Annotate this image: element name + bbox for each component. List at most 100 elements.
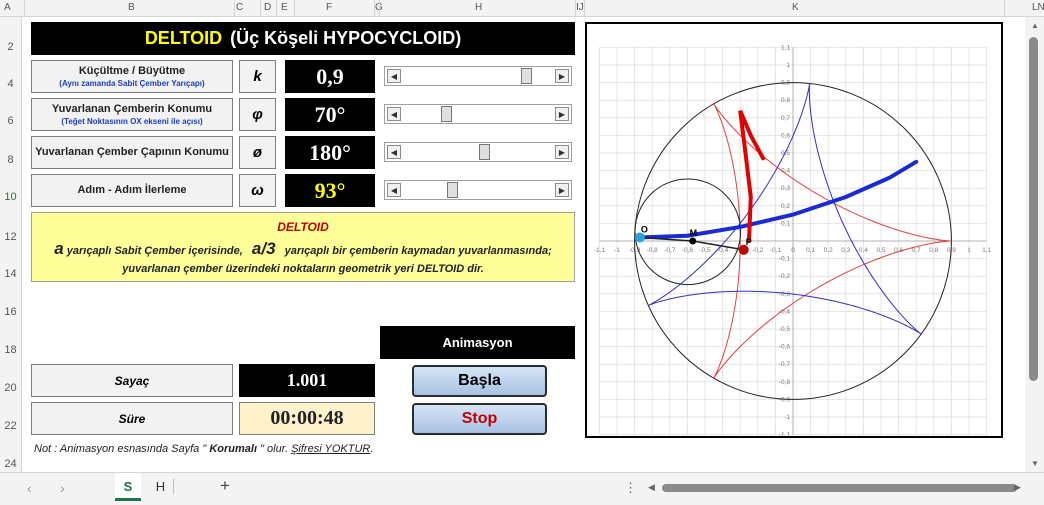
deltoid-chart[interactable]: -1,1-1-0,9-0,8-0,7-0,6-0,5-0,4-0,3-0,2-0… bbox=[585, 22, 1003, 439]
scroll-right-icon[interactable]: ▶ bbox=[1014, 482, 1021, 493]
add-sheet-button[interactable]: + bbox=[220, 476, 230, 496]
duration-label: Süre bbox=[118, 411, 146, 426]
param-label-box: Yuvarlanan Çemberin Konumu (Teğet Noktas… bbox=[31, 98, 233, 131]
duration-label-box: Süre bbox=[31, 402, 233, 435]
title-sub: (Üç Köşeli HYPOCYCLOID) bbox=[230, 28, 462, 48]
prev-sheet-icon[interactable]: ‹ bbox=[27, 480, 32, 496]
row-18[interactable]: 18 bbox=[0, 344, 21, 356]
y-tick-label: -1,1 bbox=[779, 432, 791, 436]
row-24[interactable]: 24 bbox=[0, 458, 21, 470]
param-slider[interactable]: ◀ ▶ bbox=[384, 104, 572, 124]
param-label: Adım - Adım İlerleme bbox=[77, 184, 187, 196]
scroll-left-icon[interactable]: ◀ bbox=[648, 482, 655, 493]
note-text: Not : Animasyon esnasında Sayfa " Koruma… bbox=[34, 443, 373, 455]
slider-right-arrow-icon[interactable]: ▶ bbox=[555, 69, 569, 83]
row-10[interactable]: 10 bbox=[0, 191, 21, 203]
param-slider[interactable]: ◀ ▶ bbox=[384, 142, 572, 162]
title-banner: DELTOID (Üç Köşeli HYPOCYCLOID) bbox=[31, 22, 575, 55]
vertical-scroll-thumb[interactable] bbox=[1029, 37, 1038, 381]
y-tick-label: -0,6 bbox=[779, 344, 791, 351]
col-LN[interactable]: LN bbox=[1032, 2, 1044, 13]
sheet-tab-S[interactable]: S bbox=[115, 473, 141, 501]
counter-label: Sayaç bbox=[114, 373, 150, 388]
row-22[interactable]: 22 bbox=[0, 420, 21, 432]
param-label: Yuvarlanan Çember Çapının Konumu bbox=[35, 146, 229, 158]
y-tick-label: -0,2 bbox=[779, 273, 791, 280]
x-tick-label: -1 bbox=[614, 247, 620, 254]
slider-right-arrow-icon[interactable]: ▶ bbox=[555, 183, 569, 197]
more-options-icon[interactable]: ⋮ bbox=[624, 480, 637, 496]
x-tick-label: 0,2 bbox=[824, 247, 833, 254]
x-tick-label: -0,7 bbox=[664, 247, 676, 254]
slider-right-arrow-icon[interactable]: ▶ bbox=[555, 145, 569, 159]
slider-left-arrow-icon[interactable]: ◀ bbox=[387, 107, 401, 121]
row-4[interactable]: 4 bbox=[0, 78, 21, 90]
param-value: 0,9 bbox=[316, 63, 344, 89]
point-M bbox=[689, 237, 697, 245]
y-tick-label: 1,1 bbox=[781, 44, 790, 51]
counter-value-box: 1.001 bbox=[239, 364, 375, 397]
x-tick-label: -0,2 bbox=[752, 247, 764, 254]
stop-button[interactable]: Stop bbox=[412, 403, 547, 435]
x-tick-label: 0,1 bbox=[806, 247, 815, 254]
deltoid-chart-svg: -1,1-1-0,9-0,8-0,7-0,6-0,5-0,4-0,3-0,2-0… bbox=[594, 44, 992, 438]
param-value: 70° bbox=[314, 101, 346, 127]
x-tick-label: -0,5 bbox=[699, 247, 711, 254]
row-8[interactable]: 8 bbox=[0, 154, 21, 166]
param-value-box: 0,9 bbox=[285, 60, 375, 93]
animation-header: Animasyon bbox=[380, 326, 575, 359]
param-slider[interactable]: ◀ ▶ bbox=[384, 180, 572, 200]
col-E[interactable]: E bbox=[281, 2, 288, 13]
col-H[interactable]: H bbox=[475, 2, 482, 13]
col-D[interactable]: D bbox=[264, 2, 271, 13]
row-20[interactable]: 20 bbox=[0, 382, 21, 394]
col-F[interactable]: F bbox=[326, 2, 332, 13]
row-14[interactable]: 14 bbox=[0, 268, 21, 280]
col-A[interactable]: A bbox=[4, 2, 11, 13]
param-value-box: 93° bbox=[285, 174, 375, 207]
param-label-box: Adım - Adım İlerleme bbox=[31, 174, 233, 207]
row-12[interactable]: 12 bbox=[0, 231, 21, 243]
col-IJ[interactable]: IJ bbox=[576, 2, 584, 13]
param-value-box: 70° bbox=[285, 98, 375, 131]
param-value-box: 180° bbox=[285, 136, 375, 169]
param-label-box: Küçültme / Büyütme (Aynı zamanda Sabit Ç… bbox=[31, 60, 233, 93]
col-B[interactable]: B bbox=[128, 2, 135, 13]
param-symbol: ø bbox=[252, 144, 263, 161]
slider-left-arrow-icon[interactable]: ◀ bbox=[387, 145, 401, 159]
scroll-down-icon[interactable]: ▼ bbox=[1031, 459, 1039, 468]
y-tick-label: 0,2 bbox=[781, 203, 790, 210]
slider-thumb[interactable] bbox=[441, 106, 453, 122]
col-C[interactable]: C bbox=[236, 2, 243, 13]
sheet-tab-H[interactable]: H bbox=[148, 479, 174, 494]
y-tick-label: 1 bbox=[786, 62, 790, 69]
vertical-scrollbar[interactable]: ▲ ▼ bbox=[1025, 17, 1044, 472]
title-main: DELTOID bbox=[144, 28, 223, 48]
x-tick-label: 1 bbox=[967, 247, 971, 254]
scroll-up-icon[interactable]: ▲ bbox=[1031, 21, 1039, 30]
x-tick-label: 0,8 bbox=[929, 247, 938, 254]
param-label: Yuvarlanan Çemberin Konumu bbox=[51, 102, 213, 115]
slider-right-arrow-icon[interactable]: ▶ bbox=[555, 107, 569, 121]
y-tick-label: -1 bbox=[784, 414, 790, 421]
slider-thumb[interactable] bbox=[521, 68, 533, 84]
row-6[interactable]: 6 bbox=[0, 115, 21, 127]
x-tick-label: 0,7 bbox=[912, 247, 921, 254]
col-K[interactable]: K bbox=[792, 2, 799, 13]
animation-label: Animasyon bbox=[442, 335, 513, 350]
x-tick-label: 0 bbox=[791, 247, 795, 254]
slider-left-arrow-icon[interactable]: ◀ bbox=[387, 69, 401, 83]
param-sublabel: (Teğet Noktasının OX ekseni ile açısı) bbox=[61, 116, 203, 126]
horizontal-scroll-thumb[interactable] bbox=[662, 484, 1017, 492]
slider-left-arrow-icon[interactable]: ◀ bbox=[387, 183, 401, 197]
next-sheet-icon[interactable]: › bbox=[60, 480, 65, 496]
info-a: a bbox=[54, 239, 64, 258]
param-slider[interactable]: ◀ ▶ bbox=[384, 66, 572, 86]
x-tick-label: 0,4 bbox=[859, 247, 868, 254]
row-16[interactable]: 16 bbox=[0, 306, 21, 318]
row-2[interactable]: 2 bbox=[0, 41, 21, 53]
slider-thumb[interactable] bbox=[446, 182, 458, 198]
start-button[interactable]: Başla bbox=[412, 365, 547, 397]
slider-thumb[interactable] bbox=[479, 144, 491, 160]
y-tick-label: 0,8 bbox=[781, 97, 790, 104]
